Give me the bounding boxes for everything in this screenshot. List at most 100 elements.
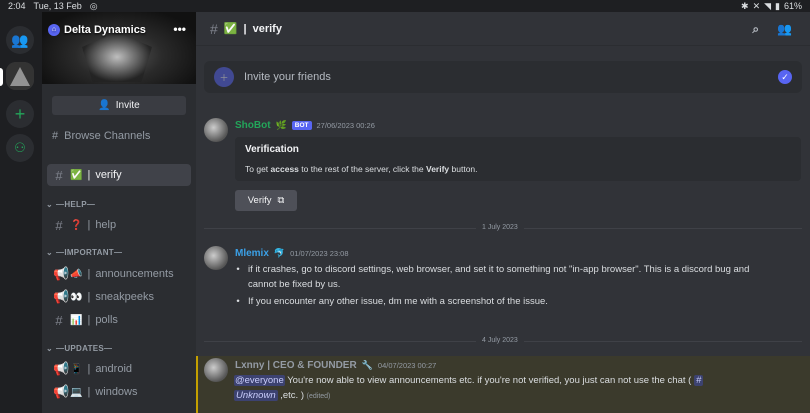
channel-mention-name[interactable]: Unknown (234, 390, 278, 401)
hash-icon: # (210, 20, 218, 37)
message-header: Lxnny | CEO & FOUNDER 🔧 04/07/2023 00:27 (235, 360, 436, 371)
add-server-button[interactable]: + (6, 100, 34, 128)
active-server-indicator (0, 68, 3, 86)
channel-verify[interactable]: # ✅ | verify (47, 164, 191, 186)
avatar[interactable] (204, 118, 228, 142)
separator: | (87, 314, 91, 326)
separator: | (243, 22, 247, 35)
channel-windows[interactable]: 📢 💻 | windows (47, 381, 191, 403)
avatar[interactable] (204, 246, 228, 270)
status-bar: 2:04 Tue, 13 Feb ◎ ✱ ✕ ◥ ▮ 61% (0, 0, 810, 12)
category-label: —IMPORTANT— (56, 248, 123, 257)
direct-messages-button[interactable]: 👥 (6, 26, 34, 54)
chat-area: # ✅ | verify ⌕ 👥 ＋ Invite your friends ✓… (196, 12, 810, 413)
list-item: • if it crashes, go to discord settings,… (234, 262, 804, 292)
discord-notification-icon: ◎ (89, 0, 98, 11)
discover-servers-button[interactable]: ⚇ (6, 134, 34, 162)
megaphone-icon: 📢 (53, 384, 70, 399)
bot-tag: BOT (291, 121, 312, 130)
megaphone-icon: 📢 (53, 289, 70, 304)
message-timestamp: 27/06/2023 00:26 (316, 121, 375, 130)
message-body: @everyone You're now able to view announ… (234, 373, 802, 404)
separator: | (87, 268, 91, 280)
category-updates[interactable]: ⌄ —UPDATES— (46, 344, 112, 353)
channel-mention[interactable]: # (693, 375, 704, 386)
header-channel-emoji: ✅ (223, 23, 238, 35)
header-channel-name: verify (252, 22, 282, 35)
embed-bold: Verify (426, 164, 450, 174)
verify-label: Verify (247, 195, 272, 206)
channel-emoji: 👀 (70, 291, 83, 303)
add-user-icon: 👤 (98, 100, 111, 111)
embed-description: To get access to the rest of the server,… (245, 164, 791, 174)
message-text: You're now able to view announcements et… (284, 375, 694, 386)
battery-level: 61% (783, 1, 802, 11)
channel-help[interactable]: # ❓ | help (47, 214, 191, 236)
everyone-mention[interactable]: @everyone (234, 375, 285, 386)
channel-emoji: 💻 (70, 386, 83, 398)
server-title[interactable]: ⌂ Delta Dynamics (48, 24, 146, 36)
channel-emoji: 📊 (70, 314, 83, 326)
search-icon[interactable]: ⌕ (752, 22, 759, 37)
server-rail: 👥 + ⚇ (0, 12, 42, 413)
message-timestamp: 04/07/2023 00:27 (377, 361, 437, 370)
message-text: ,etc. ) (277, 390, 305, 401)
list-item: • If you encounter any other issue, dm m… (234, 294, 804, 309)
bullet-text: If you encounter any other issue, dm me … (248, 296, 548, 307)
invite-friends-icon: ＋ (214, 67, 234, 87)
channel-android[interactable]: 📢 📱 | android (47, 358, 191, 380)
server-banner[interactable]: ⌂ Delta Dynamics ••• (42, 12, 196, 84)
category-label: —HELP— (56, 200, 96, 209)
bullet-text: cannot be fixed by us. (248, 279, 341, 290)
embed-text: To get (245, 164, 271, 174)
invite-button[interactable]: 👤 Invite (52, 96, 186, 115)
channel-sidebar: ⌂ Delta Dynamics ••• 👤 Invite # Browse C… (42, 12, 196, 413)
server-menu-icon[interactable]: ••• (173, 22, 186, 36)
members-icon[interactable]: 👥 (777, 22, 792, 37)
channel-name: android (95, 363, 133, 375)
separator: | (87, 169, 91, 181)
channel-name: polls (95, 314, 118, 326)
hierarchy-icon: ⚇ (14, 140, 26, 155)
message-author[interactable]: Lxnny | CEO & FOUNDER (235, 360, 357, 371)
invite-friends-banner[interactable]: ＋ Invite your friends ✓ (204, 61, 802, 93)
megaphone-icon: 📢 (53, 361, 70, 376)
embed-text: button. (449, 164, 478, 174)
message-author[interactable]: ShoBot (235, 120, 271, 131)
browse-channels-link[interactable]: # Browse Channels (52, 130, 150, 142)
hash-icon: # (55, 217, 63, 233)
bullet-dot: • (236, 264, 240, 275)
channel-sneakpeeks[interactable]: 📢 👀 | sneakpeeks (47, 286, 191, 308)
server-icon-delta-dynamics[interactable] (6, 62, 34, 90)
channel-polls[interactable]: # 📊 | polls (47, 309, 191, 331)
external-link-icon: ⧉ (277, 195, 285, 206)
hash-icon: # (55, 167, 63, 183)
separator: | (87, 386, 91, 398)
mute-icon: ✕ (752, 0, 761, 11)
category-help[interactable]: ⌄ —HELP— (46, 200, 95, 209)
verify-button[interactable]: Verify ⧉ (235, 190, 297, 211)
community-icon: ⌂ (48, 24, 60, 36)
category-important[interactable]: ⌄ —IMPORTANT— (46, 248, 122, 257)
date-divider-label: 4 July 2023 (476, 337, 524, 344)
author-badge-icon: 🔧 (361, 360, 373, 370)
bullet-text: if it crashes, go to discord settings, w… (248, 264, 750, 275)
status-time: 2:04 (8, 0, 26, 11)
date-divider-label: 1 July 2023 (476, 224, 524, 231)
checkmark-icon: ✓ (778, 70, 792, 84)
author-badge-icon: 🌿 (275, 120, 287, 130)
avatar[interactable] (204, 358, 228, 382)
message-timestamp: 01/07/2023 23:08 (290, 249, 349, 258)
wifi-icon: ◥ (764, 0, 772, 11)
chevron-down-icon: ⌄ (46, 200, 54, 209)
invite-friends-text: Invite your friends (244, 71, 331, 83)
server-avatar-icon (6, 62, 34, 90)
chevron-down-icon: ⌄ (46, 248, 54, 257)
embed-text: to the rest of the server, click the (298, 164, 426, 174)
channel-name: help (95, 219, 117, 231)
message-author[interactable]: Mlemix (235, 248, 269, 259)
hash-icon: # (55, 312, 63, 328)
channel-announcements[interactable]: 📢 📣 | announcements (47, 263, 191, 285)
channel-emoji: ❓ (70, 219, 83, 231)
separator: | (87, 219, 91, 231)
